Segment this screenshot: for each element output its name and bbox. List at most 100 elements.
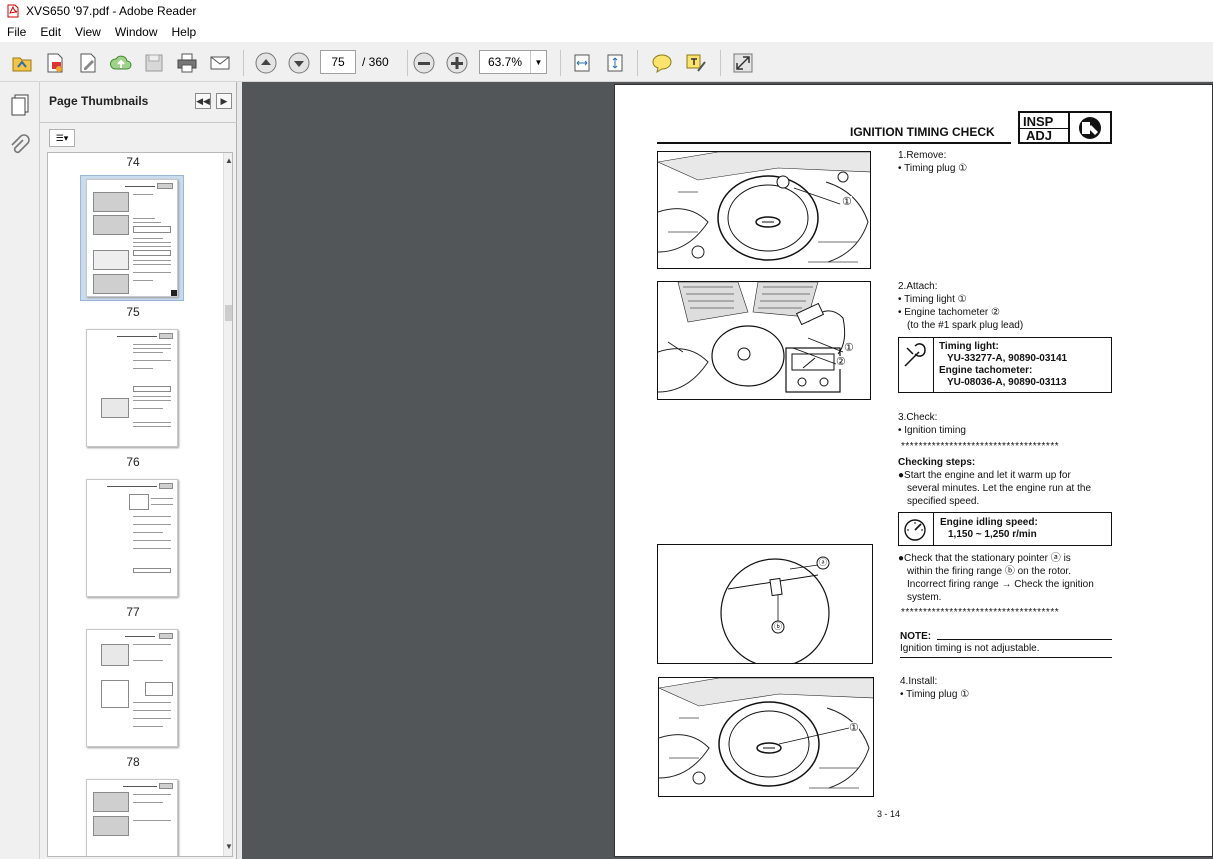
check-a-line3: specified speed. (907, 496, 980, 507)
window-title: XVS650 '97.pdf - Adobe Reader (26, 4, 197, 18)
thumbnail-scrollbar[interactable]: ▲ ▼ (223, 153, 232, 856)
thumbnail-page-78[interactable] (86, 629, 178, 747)
thumbnail-label: 75 (126, 305, 140, 319)
thumbnail-page-75[interactable] (86, 179, 178, 297)
edit-icon[interactable] (75, 50, 101, 76)
check-b-line2: within the firing range ⓑ on the rotor. (907, 566, 1071, 577)
email-icon[interactable] (207, 50, 233, 76)
engine-image-timing-plug: ① (657, 151, 871, 269)
thumbnail-label: 74 (126, 155, 140, 169)
panel-divider (40, 122, 237, 123)
thumbnail-label: 77 (126, 605, 140, 619)
thumbnail-label: 76 (126, 455, 140, 469)
engine-illustration (659, 678, 873, 796)
idle-speed-box: Engine idling speed: 1,150 ~ 1,250 r/min (898, 512, 1112, 546)
zoom-select[interactable]: 63.7% ▼ (479, 50, 547, 74)
pdf-page: IGNITION TIMING CHECK INSP ADJ ① 1.Remov… (614, 84, 1213, 857)
timing-light-illustration (658, 282, 870, 399)
toolbar-separator (407, 50, 408, 76)
special-tool-icon (904, 343, 926, 367)
step1-item: • Timing plug ① (898, 163, 968, 174)
menu-view[interactable]: View (68, 22, 108, 42)
note-text: Ignition timing is not adjustable. (900, 643, 1040, 654)
zoom-in-icon[interactable] (444, 50, 470, 76)
page-number: 3 - 14 (877, 809, 901, 819)
chevron-down-icon[interactable]: ▼ (530, 51, 546, 73)
menu-window[interactable]: Window (108, 22, 165, 42)
rotor-image: ⓐ ⓑ (657, 544, 873, 664)
step4-item: • Timing plug ① (900, 689, 970, 700)
tachometer-icon (904, 519, 926, 541)
pdf-file-icon (7, 4, 19, 18)
save-icon[interactable] (141, 50, 167, 76)
thumbnail-page-79[interactable] (86, 779, 178, 856)
toolbar (0, 42, 1213, 82)
menu-bar: File Edit View Window Help (0, 22, 1213, 42)
page-total: / 360 (362, 55, 389, 69)
step1-title: 1.Remove: (898, 150, 947, 161)
page-thumbnails-panel: Page Thumbnails ◀◀ ▶ ☰▾ 74 75 76 77 78 ▲… (40, 82, 237, 859)
highlight-icon[interactable] (683, 50, 709, 76)
print-icon[interactable] (174, 50, 200, 76)
thumbnail-page-76[interactable] (86, 329, 178, 447)
scroll-down-icon[interactable]: ▼ (224, 841, 232, 853)
checking-steps-title: Checking steps: (898, 457, 976, 468)
thumbnail-page-77[interactable] (86, 479, 178, 597)
panel-menu-icon[interactable]: ▶ (216, 93, 232, 109)
check-b-line4: system. (907, 592, 942, 603)
tool2-part: YU-08036-A, 90890-03113 (947, 377, 1067, 388)
step3-title: 3.Check: (898, 412, 938, 423)
toolbar-separator (560, 50, 561, 76)
create-pdf-icon[interactable] (42, 50, 68, 76)
callout-1: ① (844, 342, 854, 355)
zoom-value: 63.7% (487, 55, 523, 69)
menu-help[interactable]: Help (165, 22, 204, 42)
step2-item2-note: (to the #1 spark plug lead) (907, 320, 1024, 331)
fit-page-icon[interactable] (602, 50, 628, 76)
collapse-panel-icon[interactable]: ◀◀ (195, 93, 211, 109)
open-icon[interactable] (9, 50, 35, 76)
next-page-icon[interactable] (286, 50, 312, 76)
attachment-icon[interactable] (8, 134, 32, 158)
check-b-line3: Incorrect firing range → Check the ignit… (907, 579, 1094, 590)
wrench-icon (1079, 117, 1101, 139)
engine-image-timing-light: ① ② (657, 281, 871, 400)
step4-title: 4.Install: (900, 676, 938, 687)
callout-1: ① (849, 722, 859, 735)
fit-width-icon[interactable] (569, 50, 595, 76)
expand-icon[interactable] (730, 50, 756, 76)
engine-illustration (658, 152, 870, 268)
menu-file[interactable]: File (0, 22, 33, 42)
navigation-pane-strip (0, 82, 40, 859)
zoom-out-icon[interactable] (411, 50, 437, 76)
scrollbar-thumb[interactable] (225, 305, 232, 321)
title-bar: XVS650 '97.pdf - Adobe Reader (0, 0, 1213, 22)
badge-top: INSP (1023, 114, 1054, 129)
page-thumbnails-icon[interactable] (8, 92, 32, 116)
engine-image-install-plug: ① (658, 677, 874, 797)
comment-icon[interactable] (649, 50, 675, 76)
stars-divider: ************************************ (901, 441, 1060, 452)
previous-page-icon[interactable] (253, 50, 279, 76)
stars-divider: ************************************ (901, 607, 1060, 618)
step2-item1: • Timing light ① (898, 294, 967, 305)
thumbnail-options-button[interactable]: ☰▾ (49, 129, 75, 147)
special-tool-box: Timing light: YU-33277-A, 90890-03141 En… (898, 337, 1112, 393)
callout-2: ② (836, 356, 846, 369)
upload-icon[interactable] (108, 50, 134, 76)
scroll-up-icon[interactable]: ▲ (224, 155, 232, 167)
check-a-line2: several minutes. Let the engine run at t… (907, 483, 1092, 494)
toolbar-separator (637, 50, 638, 76)
check-b-line1: ●Check that the stationary pointer ⓐ is (898, 553, 1071, 564)
heading-rule (657, 142, 1011, 144)
note-rule (937, 639, 1112, 640)
page-number-input[interactable]: 75 (320, 50, 356, 74)
thumbnail-list[interactable]: 74 75 76 77 78 ▲ ▼ (47, 152, 233, 857)
thumbnail-label: 78 (126, 755, 140, 769)
check-a-line1: ●Start the engine and let it warm up for (898, 470, 1071, 481)
section-badge: INSP ADJ (1018, 111, 1112, 144)
note-rule (900, 657, 1112, 658)
toolbar-separator (243, 50, 244, 76)
panel-title: Page Thumbnails (49, 94, 149, 108)
menu-edit[interactable]: Edit (33, 22, 68, 42)
